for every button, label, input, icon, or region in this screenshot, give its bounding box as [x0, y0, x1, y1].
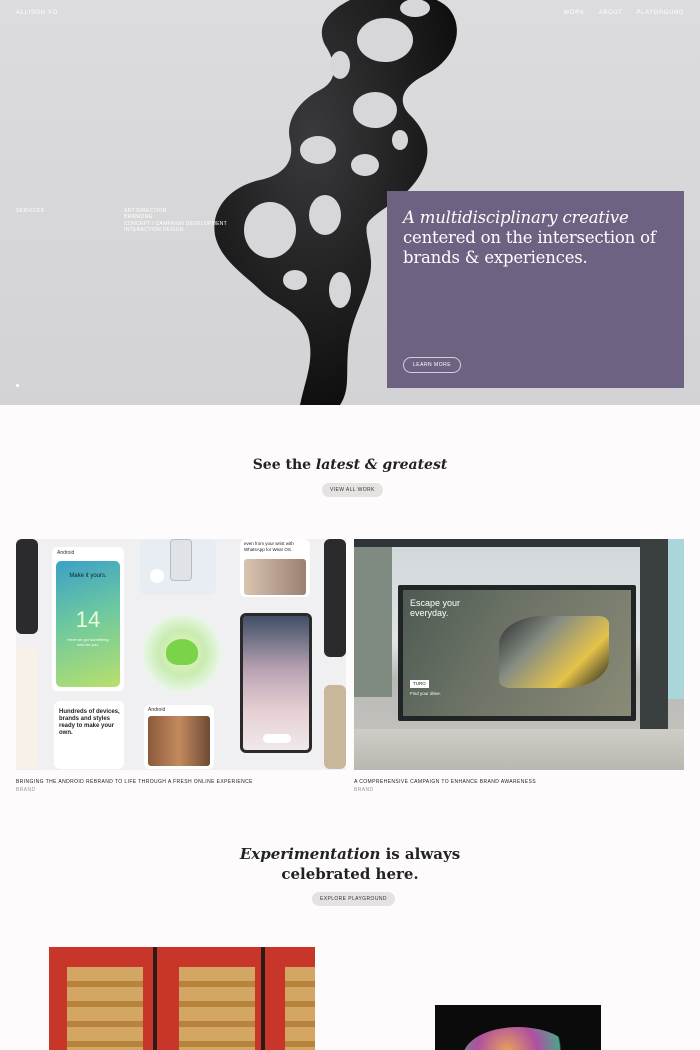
- billboard-ad: Escape your everyday. TURO Find your dri…: [403, 590, 631, 716]
- device-screen: [16, 539, 38, 634]
- make-it-yours-text: Make it yours.: [69, 573, 107, 579]
- man-photo: [244, 559, 306, 595]
- billboard-headline: Escape your everyday.: [410, 598, 461, 618]
- android-small-label: Android: [148, 707, 166, 713]
- android-phone-card: Android Make it yours. 14 Here we got so…: [52, 547, 124, 691]
- playground-heading-rest-1: is always: [380, 845, 461, 863]
- learn-more-button[interactable]: LEARN MORE: [403, 357, 462, 373]
- nav-work[interactable]: WORK: [564, 10, 585, 16]
- hundreds-text: Hundreds of devices, brands and styles r…: [59, 709, 120, 736]
- nav-about[interactable]: ABOUT: [599, 10, 623, 16]
- latest-heading-pre: See the: [252, 457, 316, 473]
- wallpaper-phone: [240, 613, 312, 753]
- sparkle-icon: [150, 569, 164, 583]
- billboard-brand: TURO: [410, 680, 429, 688]
- work-tile-tag: BRAND: [354, 787, 374, 793]
- nav-playground[interactable]: PLAYGROUND: [636, 10, 684, 16]
- service-item: INTERACTION DESIGN: [124, 226, 184, 233]
- glass-panel: [668, 539, 684, 699]
- work-tile-tag: BRAND: [16, 787, 36, 793]
- wallpaper-button: [263, 734, 291, 743]
- shelter-roof: [354, 539, 684, 547]
- device-screen: [324, 685, 346, 769]
- playground-heading-italic: Experimentation: [239, 845, 381, 863]
- billboard-frame: Escape your everyday. TURO Find your dri…: [398, 585, 636, 721]
- photo-card: Android: [144, 705, 214, 769]
- main-nav: WORK ABOUT PLAYGROUND: [564, 10, 684, 16]
- gold-letterform: [285, 967, 315, 1050]
- wear-os-card: even from your wrist with WhatsApp for W…: [240, 539, 310, 597]
- hero-section: ALLISON XO WORK ABOUT PLAYGROUND SERVICE…: [0, 0, 700, 405]
- device-screen: [16, 647, 38, 769]
- intro-headline: A multidisciplinary creative centered on…: [403, 208, 672, 268]
- device-screen: [324, 539, 346, 657]
- make-it-yours-screen: Make it yours. 14 Here we got something …: [56, 561, 120, 687]
- work-tile-caption[interactable]: A COMPREHENSIVE CAMPAIGN TO ENHANCE BRAN…: [354, 779, 536, 785]
- work-tile-caption[interactable]: BRINGING THE ANDROID REBRAND TO LIFE THR…: [16, 779, 253, 785]
- latest-heading: See the latest & greatest: [0, 457, 700, 473]
- work-tile-android[interactable]: Android Make it yours. 14 Here we got so…: [16, 539, 346, 770]
- service-item: CONCEPT / CAMPAIGN DEVELOPMENT: [124, 220, 227, 227]
- intro-headline-rest: centered on the intersection of brands &…: [403, 228, 656, 267]
- billboard-tagline: Find your drive.: [410, 691, 442, 696]
- playground-heading: Experimentation is always celebrated her…: [0, 844, 700, 884]
- services-label: SERVICES: [16, 208, 45, 214]
- car-illustration: [499, 616, 609, 688]
- android-label: Android: [57, 550, 75, 556]
- people-photo: [148, 716, 210, 766]
- shelter-post: [640, 539, 668, 729]
- gold-letterform: [67, 967, 143, 1050]
- gold-letterform: [179, 967, 255, 1050]
- android-14-text: 14: [75, 607, 101, 632]
- android-bot-illustration: [142, 613, 222, 693]
- iridescent-shape: [463, 1027, 573, 1050]
- site-logo[interactable]: ALLISON XO: [16, 10, 58, 16]
- new-for-you-text: Here we got something new for you.: [67, 637, 109, 647]
- latest-heading-italic: latest & greatest: [315, 457, 448, 473]
- hundreds-card: Hundreds of devices, brands and styles r…: [54, 701, 124, 769]
- intro-card: A multidisciplinary creative centered on…: [387, 191, 684, 388]
- android-bot-icon: [166, 639, 198, 665]
- sidewalk: [354, 729, 684, 770]
- explore-playground-button[interactable]: EXPLORE PLAYGROUND: [312, 892, 395, 906]
- work-tile-campaign[interactable]: Escape your everyday. TURO Find your dri…: [354, 539, 684, 770]
- playground-heading-rest-2: celebrated here.: [281, 865, 419, 883]
- intro-headline-italic: A multidisciplinary creative: [403, 208, 629, 227]
- phone-device-icon: [170, 539, 192, 581]
- playground-tile-red[interactable]: [49, 947, 315, 1050]
- slide-indicator[interactable]: [16, 384, 19, 387]
- wear-os-text: even from your wrist with WhatsApp for W…: [244, 541, 294, 552]
- services-list: ART DIRECTION BRANDING CONCEPT / CAMPAIG…: [124, 208, 227, 233]
- building-left: [354, 547, 392, 697]
- view-all-work-button[interactable]: VIEW ALL WORK: [322, 483, 383, 497]
- playground-tile-dark[interactable]: [435, 1005, 601, 1050]
- device-tile: [140, 539, 216, 595]
